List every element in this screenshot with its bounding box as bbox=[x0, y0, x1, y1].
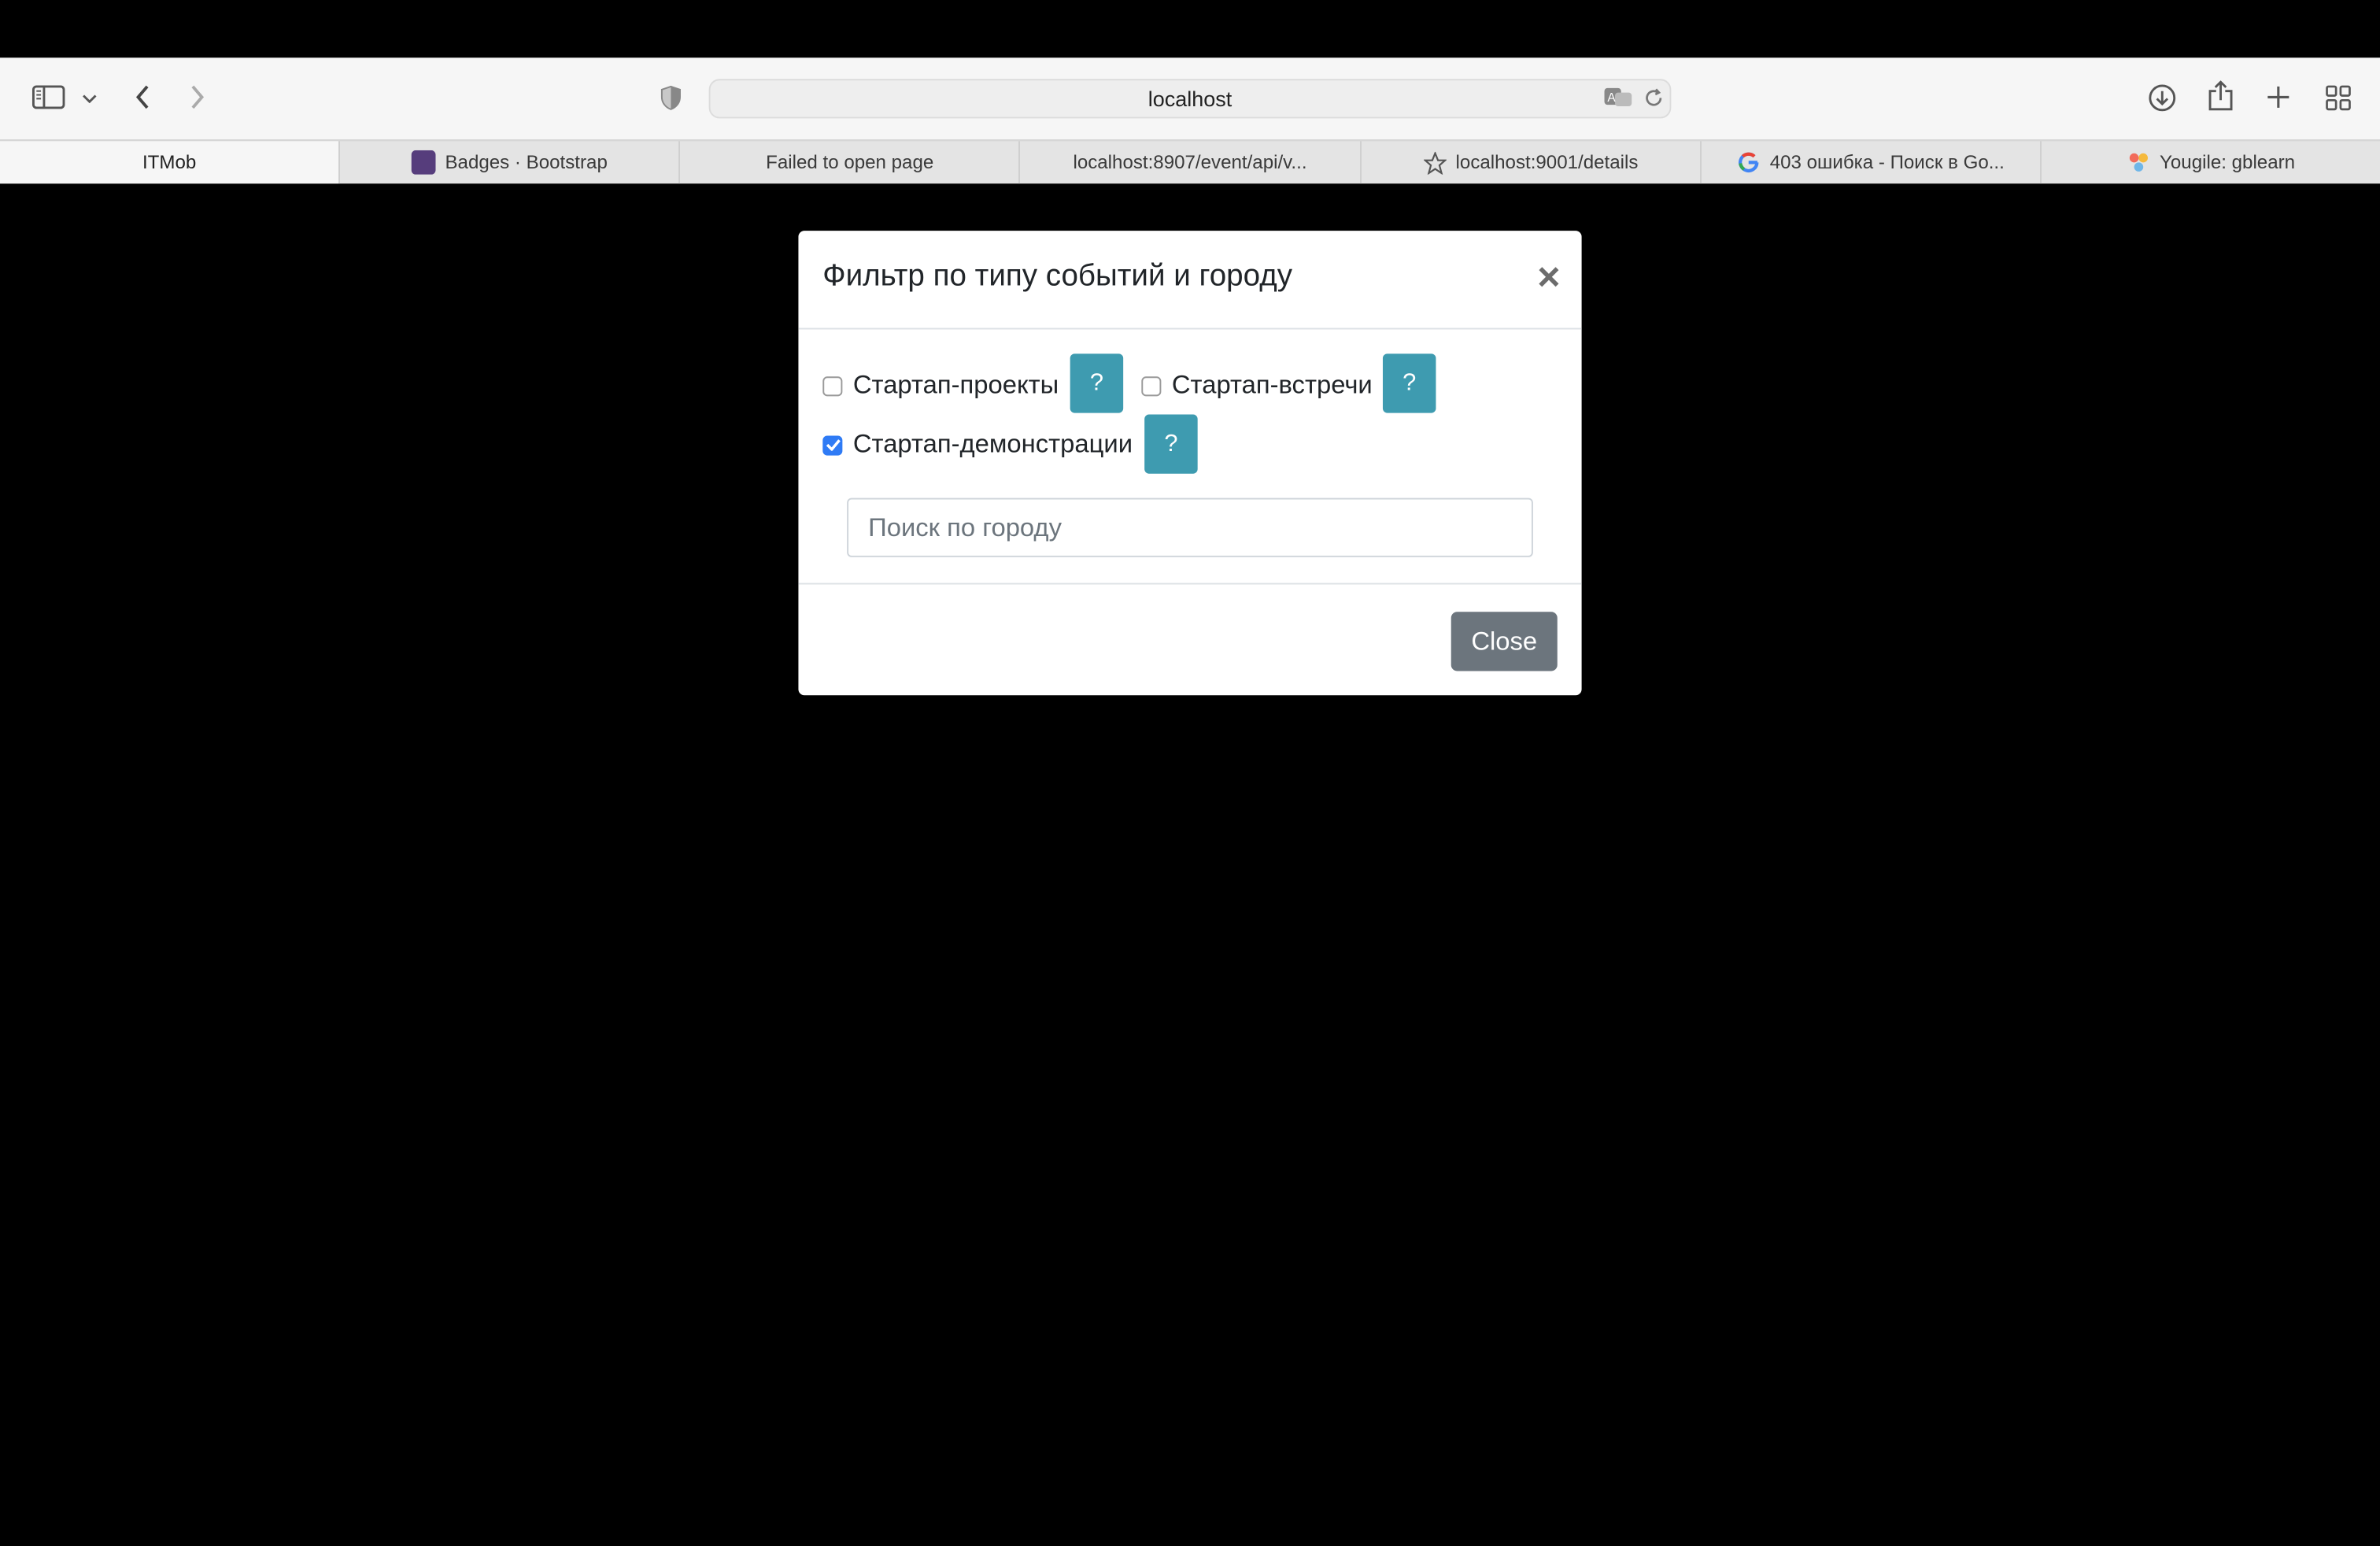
tab-title: ITMob bbox=[142, 151, 197, 173]
tab-title: Badges · Bootstrap bbox=[445, 151, 608, 173]
checkbox-startup-projects[interactable] bbox=[822, 375, 843, 396]
filter-label: Стартап-проекты bbox=[852, 370, 1059, 400]
star-icon bbox=[1422, 150, 1447, 175]
svg-text:A: A bbox=[1607, 91, 1616, 105]
tab-title: Yougile: gblearn bbox=[2160, 151, 2296, 173]
filter-label: Стартап-демонстрации bbox=[852, 429, 1133, 459]
reload-icon[interactable] bbox=[1639, 83, 1667, 111]
modal-title: Фильтр по типу событий и городу bbox=[822, 259, 1293, 294]
menu-bar bbox=[0, 0, 2380, 58]
modal-header: Фильтр по типу событий и городу × bbox=[798, 231, 1582, 330]
address-bar[interactable]: localhost bbox=[708, 79, 1672, 119]
back-icon[interactable] bbox=[128, 82, 158, 113]
filter-startup-meetups[interactable]: Стартап-встречи bbox=[1141, 370, 1373, 401]
tab-bar: ITMob Badges · Bootstrap Failed to open … bbox=[0, 139, 2380, 184]
translate-icon[interactable]: A bbox=[1602, 82, 1635, 113]
tab-google-search[interactable]: 403 ошибка - Поиск в Go... bbox=[1699, 141, 2039, 184]
filter-startup-demos[interactable]: Стартап-демонстрации bbox=[822, 430, 1133, 460]
downloads-icon[interactable] bbox=[2145, 80, 2178, 113]
tab-overview-icon[interactable] bbox=[2321, 80, 2354, 113]
filter-startup-projects[interactable]: Стартап-проекты bbox=[822, 371, 1059, 401]
privacy-shield-icon[interactable] bbox=[656, 82, 686, 113]
sidebar-toggle-icon[interactable] bbox=[31, 82, 67, 113]
tab-yougile[interactable]: Yougile: gblearn bbox=[2039, 141, 2380, 184]
url-text[interactable]: localhost bbox=[711, 87, 1670, 111]
share-icon[interactable] bbox=[2204, 79, 2237, 112]
help-button-startup-meetups[interactable]: ? bbox=[1382, 353, 1436, 413]
help-button-startup-projects[interactable]: ? bbox=[1070, 353, 1124, 413]
tab-badges-bootstrap[interactable]: Badges · Bootstrap bbox=[338, 141, 678, 184]
close-button[interactable]: Close bbox=[1451, 612, 1558, 671]
city-search-input[interactable] bbox=[847, 497, 1533, 557]
browser-window: localhost A ITMob Badges · Bootstrap Fai… bbox=[0, 0, 2380, 1546]
yougile-favicon-icon bbox=[2127, 150, 2151, 175]
checkbox-startup-demos[interactable] bbox=[822, 435, 843, 455]
modal-footer: Close bbox=[798, 583, 1582, 697]
bootstrap-favicon-icon bbox=[412, 150, 436, 175]
tab-failed-to-open[interactable]: Failed to open page bbox=[678, 141, 1019, 184]
tab-itmob[interactable]: ITMob bbox=[0, 141, 339, 184]
chevron-down-icon[interactable] bbox=[79, 88, 100, 109]
checkbox-startup-meetups[interactable] bbox=[1141, 375, 1162, 396]
tab-localhost-9001[interactable]: localhost:9001/details bbox=[1359, 141, 1699, 184]
checkmark-icon bbox=[825, 439, 840, 451]
tab-title: Failed to open page bbox=[766, 151, 934, 173]
tab-title: localhost:9001/details bbox=[1455, 151, 1639, 173]
close-icon[interactable]: × bbox=[1537, 255, 1560, 298]
tab-title: 403 ошибка - Поиск в Go... bbox=[1769, 151, 2005, 173]
google-favicon-icon bbox=[1736, 150, 1761, 175]
forward-icon[interactable] bbox=[182, 82, 213, 113]
tab-title: localhost:8907/event/api/v... bbox=[1073, 151, 1307, 173]
filter-modal: Фильтр по типу событий и городу × Старта… bbox=[798, 231, 1582, 697]
tab-localhost-8907[interactable]: localhost:8907/event/api/v... bbox=[1018, 141, 1359, 184]
filter-label: Стартап-встречи bbox=[1171, 370, 1373, 400]
help-button-startup-demos[interactable]: ? bbox=[1144, 414, 1198, 474]
new-tab-icon[interactable] bbox=[2262, 80, 2295, 113]
